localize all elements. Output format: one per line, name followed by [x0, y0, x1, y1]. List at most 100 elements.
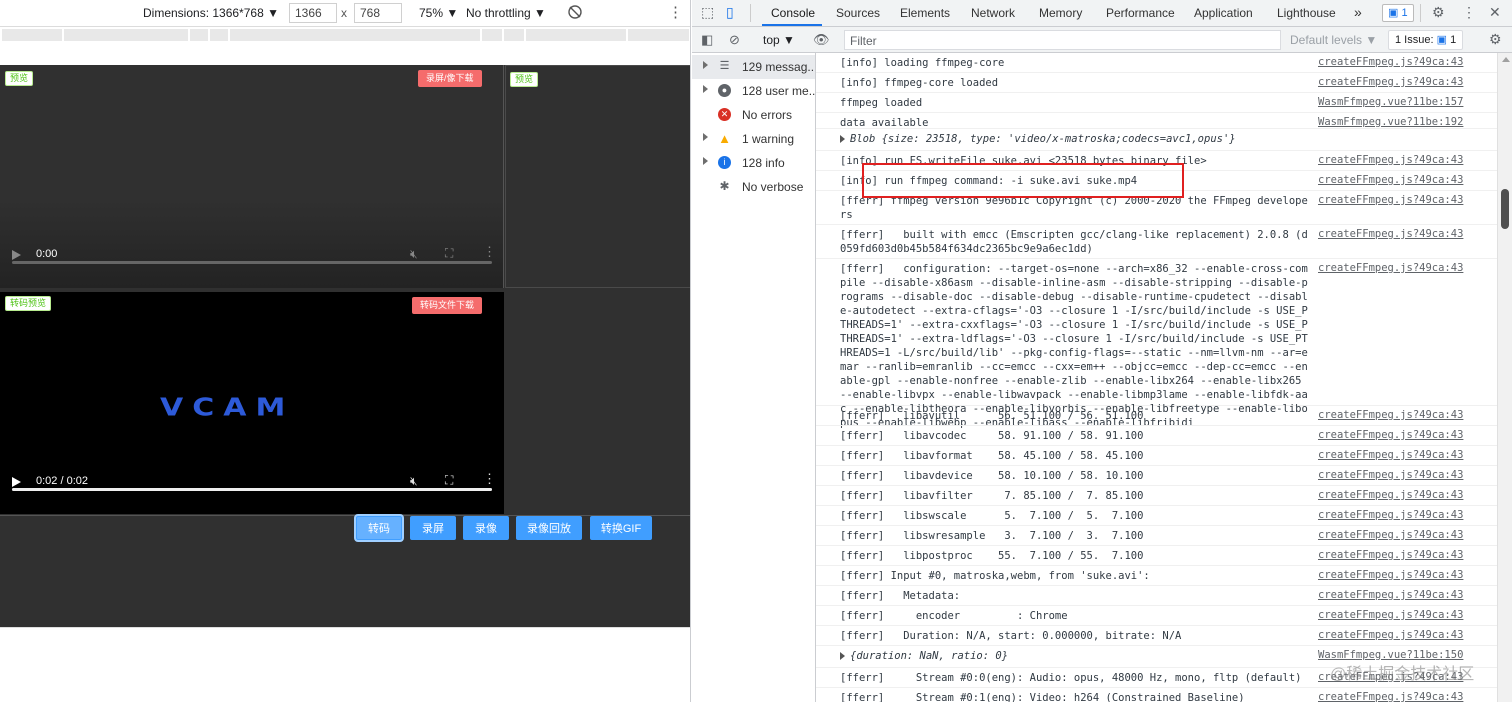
ruler-segment[interactable] — [628, 29, 689, 41]
mute-icon[interactable]: 🔇︎ — [410, 247, 424, 261]
log-source-link[interactable]: createFFmpeg.js?49ca:43 — [1318, 76, 1463, 88]
mute-icon[interactable]: 🔇︎ — [410, 474, 424, 488]
settings-gear-icon[interactable]: ⚙ — [1432, 4, 1445, 21]
ruler-segment[interactable] — [64, 29, 188, 41]
console-log-row: [fferr] libavcodec 58. 91.100 / 58. 91.1… — [816, 426, 1497, 446]
ruler-segment[interactable] — [504, 29, 524, 41]
log-source-link[interactable]: createFFmpeg.js?49ca:43 — [1318, 56, 1463, 68]
sidebar-item-warnings[interactable]: ▲ 1 warning — [692, 127, 815, 151]
log-source-link[interactable]: createFFmpeg.js?49ca:43 — [1318, 174, 1463, 186]
sidebar-item-messages[interactable]: ☰ 129 messag... — [692, 55, 815, 79]
throttling-select[interactable]: No throttling ▼ — [466, 6, 546, 20]
customize-dots-icon[interactable]: ⋮ — [1462, 4, 1476, 21]
messages-count: 1 — [1401, 7, 1408, 19]
expand-arrow-icon[interactable] — [703, 157, 708, 165]
more-options-icon[interactable]: ⋮ — [668, 3, 683, 21]
log-source-link[interactable]: createFFmpeg.js?49ca:43 — [1318, 569, 1463, 581]
play-icon[interactable] — [12, 477, 21, 487]
sidebar-item-verbose[interactable]: ✱ No verbose — [692, 175, 815, 199]
playback-button[interactable]: 录像回放 — [516, 516, 582, 540]
log-source-link[interactable]: createFFmpeg.js?49ca:43 — [1318, 228, 1463, 240]
dimensions-select[interactable]: Dimensions: 1366*768 ▼ — [143, 6, 279, 20]
log-source-link[interactable]: createFFmpeg.js?49ca:43 — [1318, 469, 1463, 481]
sidebar-item-user-messages[interactable]: ● 128 user me... — [692, 79, 815, 103]
sidebar-item-errors[interactable]: ✕ No errors — [692, 103, 815, 127]
tab-network[interactable]: Network — [971, 6, 1015, 20]
tab-application[interactable]: Application — [1194, 6, 1253, 20]
default-levels-select[interactable]: Default levels ▼ — [1290, 33, 1377, 47]
progress-track[interactable] — [12, 488, 492, 491]
tab-sources[interactable]: Sources — [836, 6, 880, 20]
log-source-link[interactable]: createFFmpeg.js?49ca:43 — [1318, 194, 1463, 206]
log-source-link[interactable]: createFFmpeg.js?49ca:43 — [1318, 154, 1463, 166]
camera-record-button[interactable]: 录像 — [463, 516, 509, 540]
screen-record-button[interactable]: 录屏 — [410, 516, 456, 540]
record-download-button[interactable]: 录屏/像下载 — [418, 70, 482, 87]
more-icon[interactable]: ⋮ — [483, 244, 496, 260]
preview-tag-2: 预览 — [510, 72, 539, 87]
log-source-link[interactable]: createFFmpeg.js?49ca:43 — [1318, 589, 1463, 601]
context-select[interactable]: top ▼ — [763, 33, 795, 47]
ruler-segment[interactable] — [190, 29, 208, 41]
transcode-button[interactable]: 转码 — [356, 516, 402, 540]
inspect-element-icon[interactable]: ⬚ — [701, 4, 714, 21]
ruler-segment[interactable] — [482, 29, 502, 41]
filter-input[interactable]: Filter — [844, 30, 1281, 50]
log-source-link[interactable]: WasmFfmpeg.vue?11be:192 — [1318, 116, 1463, 128]
issues-label: 1 Issue: — [1395, 34, 1434, 46]
log-source-link[interactable]: createFFmpeg.js?49ca:43 — [1318, 609, 1463, 621]
expand-arrow-icon[interactable] — [840, 135, 845, 143]
tab-elements[interactable]: Elements — [900, 6, 950, 20]
log-source-link[interactable]: createFFmpeg.js?49ca:43 — [1318, 262, 1463, 274]
live-expression-eye-icon[interactable]: 👁︎ — [813, 32, 830, 48]
tab-console[interactable]: Console — [771, 6, 815, 20]
ruler-segment[interactable] — [2, 29, 62, 41]
messages-badge[interactable]: ▣ 1 — [1382, 4, 1414, 22]
log-source-link[interactable]: createFFmpeg.js?49ca:43 — [1318, 409, 1463, 421]
issues-button[interactable]: 1 Issue: ▣ 1 — [1388, 30, 1464, 50]
width-input[interactable]: 1366 — [289, 3, 337, 23]
ruler-segment[interactable] — [210, 29, 228, 41]
convert-gif-button[interactable]: 转换GIF — [590, 516, 652, 540]
console-scrollbar[interactable] — [1497, 53, 1512, 702]
log-source-link[interactable]: createFFmpeg.js?49ca:43 — [1318, 449, 1463, 461]
log-source-link[interactable]: createFFmpeg.js?49ca:43 — [1318, 529, 1463, 541]
scroll-up-arrow-icon[interactable] — [1502, 57, 1510, 62]
log-source-link[interactable]: WasmFfmpeg.vue?11be:157 — [1318, 96, 1463, 108]
play-icon[interactable] — [12, 250, 21, 260]
log-source-link[interactable]: createFFmpeg.js?49ca:43 — [1318, 691, 1463, 702]
log-source-link[interactable]: createFFmpeg.js?49ca:43 — [1318, 489, 1463, 501]
close-icon[interactable]: ✕ — [1489, 4, 1501, 21]
ruler-segment[interactable] — [230, 29, 480, 41]
more-icon[interactable]: ⋮ — [483, 471, 496, 487]
progress-track[interactable] — [12, 261, 492, 264]
log-source-link[interactable]: createFFmpeg.js?49ca:43 — [1318, 509, 1463, 521]
ruler-segment[interactable] — [526, 29, 626, 41]
clear-console-icon[interactable]: ⊘ — [729, 32, 740, 48]
tab-lighthouse[interactable]: Lighthouse — [1277, 6, 1336, 20]
rotate-icon[interactable] — [567, 4, 583, 20]
zoom-select[interactable]: 75% ▼ — [419, 6, 458, 20]
record-video-player[interactable]: 预览 录屏/像下载 0:00 🔇︎ ⛶ ⋮ — [0, 65, 504, 288]
console-settings-icon[interactable]: ⚙ — [1489, 31, 1502, 48]
expand-arrow-icon[interactable] — [703, 85, 708, 93]
tab-performance[interactable]: Performance — [1106, 6, 1175, 20]
tab-memory[interactable]: Memory — [1039, 6, 1082, 20]
transcode-video-player[interactable]: 转码预览 转码文件下载 VCAM 0:02 / 0:02 🔇︎ ⛶ ⋮ — [0, 292, 504, 514]
sidebar-item-info[interactable]: i 128 info — [692, 151, 815, 175]
log-source-link[interactable]: createFFmpeg.js?49ca:43 — [1318, 549, 1463, 561]
fullscreen-icon[interactable]: ⛶ — [445, 246, 453, 261]
sidebar-toggle-icon[interactable]: ◧ — [701, 32, 713, 48]
log-source-link[interactable]: createFFmpeg.js?49ca:43 — [1318, 629, 1463, 641]
scroll-thumb[interactable] — [1501, 189, 1509, 229]
fullscreen-icon[interactable]: ⛶ — [445, 473, 453, 488]
expand-arrow-icon[interactable] — [703, 133, 708, 141]
expand-arrow-icon[interactable] — [703, 61, 708, 69]
height-input[interactable]: 768 — [354, 3, 402, 23]
log-source-link[interactable]: createFFmpeg.js?49ca:43 — [1318, 429, 1463, 441]
console-sidebar: ☰ 129 messag... ● 128 user me... ✕ No er… — [692, 53, 816, 702]
more-tabs-icon[interactable]: » — [1354, 4, 1362, 20]
transcode-download-button[interactable]: 转码文件下载 — [412, 297, 483, 314]
device-toggle-icon[interactable]: ▯ — [726, 4, 734, 21]
expand-arrow-icon[interactable] — [840, 652, 845, 660]
